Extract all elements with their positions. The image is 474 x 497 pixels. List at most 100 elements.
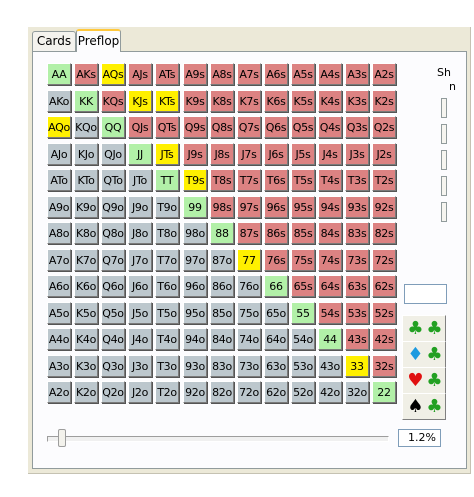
suit-readout-field[interactable] xyxy=(404,284,447,304)
hand-cell-86s[interactable]: 86s xyxy=(264,222,288,244)
hand-cell-t6o[interactable]: T6o xyxy=(155,275,179,297)
hand-cell-94o[interactable]: 94o xyxy=(183,328,207,350)
hand-cell-a7o[interactable]: A7o xyxy=(47,249,71,271)
side-option-button-2[interactable] xyxy=(441,124,447,144)
hand-cell-97s[interactable]: 97s xyxy=(237,196,261,218)
hand-cell-j3o[interactable]: J3o xyxy=(128,355,152,377)
hand-cell-jj[interactable]: JJ xyxy=(128,143,152,165)
hand-cell-84o[interactable]: 84o xyxy=(210,328,234,350)
hand-cell-ato[interactable]: ATo xyxy=(47,169,71,191)
hand-cell-88[interactable]: 88 xyxy=(210,222,234,244)
hand-cell-92o[interactable]: 92o xyxy=(183,381,207,403)
hand-cell-96o[interactable]: 96o xyxy=(183,275,207,297)
hand-cell-j6o[interactable]: J6o xyxy=(128,275,152,297)
hand-cell-97o[interactable]: 97o xyxy=(183,249,207,271)
hand-cell-98s[interactable]: 98s xyxy=(210,196,234,218)
hand-cell-87s[interactable]: 87s xyxy=(237,222,261,244)
hand-cell-j8o[interactable]: J8o xyxy=(128,222,152,244)
hand-cell-63o[interactable]: 63o xyxy=(264,355,288,377)
hand-cell-84s[interactable]: 84s xyxy=(318,222,342,244)
hand-cell-75o[interactable]: 75o xyxy=(237,302,261,324)
hand-cell-j7o[interactable]: J7o xyxy=(128,249,152,271)
side-option-button-5[interactable] xyxy=(441,202,447,222)
hand-cell-aqs[interactable]: AQs xyxy=(101,63,125,85)
hand-cell-a2s[interactable]: A2s xyxy=(372,63,396,85)
hand-cell-jto[interactable]: JTo xyxy=(128,169,152,191)
hand-cell-72o[interactable]: 72o xyxy=(237,381,261,403)
hand-cell-82o[interactable]: 82o xyxy=(210,381,234,403)
diamond-club-button[interactable]: ♦ ♣ xyxy=(402,341,446,368)
hand-cell-87o[interactable]: 87o xyxy=(210,249,234,271)
hand-cell-ajo[interactable]: AJo xyxy=(47,143,71,165)
hand-cell-72s[interactable]: 72s xyxy=(372,249,396,271)
hand-cell-q3s[interactable]: Q3s xyxy=(345,116,369,138)
hand-cell-92s[interactable]: 92s xyxy=(372,196,396,218)
hand-cell-t9o[interactable]: T9o xyxy=(155,196,179,218)
hand-cell-t5s[interactable]: T5s xyxy=(291,169,315,191)
hand-cell-62s[interactable]: 62s xyxy=(372,275,396,297)
hand-cell-j2o[interactable]: J2o xyxy=(128,381,152,403)
hand-cell-54o[interactable]: 54o xyxy=(291,328,315,350)
hand-cell-55[interactable]: 55 xyxy=(291,302,315,324)
hand-cell-a6s[interactable]: A6s xyxy=(264,63,288,85)
hand-cell-62o[interactable]: 62o xyxy=(264,381,288,403)
hand-cell-q9s[interactable]: Q9s xyxy=(183,116,207,138)
hand-cell-a4o[interactable]: A4o xyxy=(47,328,71,350)
hand-cell-76s[interactable]: 76s xyxy=(264,249,288,271)
range-percent-field[interactable]: 1.2% xyxy=(398,429,441,447)
club-club-button[interactable]: ♣ ♣ xyxy=(402,315,446,342)
hand-cell-k4s[interactable]: K4s xyxy=(318,90,342,112)
hand-cell-kqo[interactable]: KQo xyxy=(74,116,98,138)
hand-cell-j3s[interactable]: J3s xyxy=(345,143,369,165)
hand-cell-52s[interactable]: 52s xyxy=(372,302,396,324)
hand-cell-77[interactable]: 77 xyxy=(237,249,261,271)
hand-cell-a9o[interactable]: A9o xyxy=(47,196,71,218)
hand-cell-qjo[interactable]: QJo xyxy=(101,143,125,165)
hand-cell-95o[interactable]: 95o xyxy=(183,302,207,324)
hand-cell-94s[interactable]: 94s xyxy=(318,196,342,218)
hand-cell-33[interactable]: 33 xyxy=(345,355,369,377)
hand-cell-t4s[interactable]: T4s xyxy=(318,169,342,191)
hand-cell-q8o[interactable]: Q8o xyxy=(101,222,125,244)
hand-cell-99[interactable]: 99 xyxy=(183,196,207,218)
hand-cell-22[interactable]: 22 xyxy=(372,381,396,403)
hand-cell-64o[interactable]: 64o xyxy=(264,328,288,350)
hand-cell-k7s[interactable]: K7s xyxy=(237,90,261,112)
hand-cell-85o[interactable]: 85o xyxy=(210,302,234,324)
hand-cell-44[interactable]: 44 xyxy=(318,328,342,350)
hand-cell-a5o[interactable]: A5o xyxy=(47,302,71,324)
hand-cell-tt[interactable]: TT xyxy=(155,169,179,191)
hand-cell-76o[interactable]: 76o xyxy=(237,275,261,297)
hand-cell-q3o[interactable]: Q3o xyxy=(101,355,125,377)
hand-cell-k4o[interactable]: K4o xyxy=(74,328,98,350)
hand-cell-63s[interactable]: 63s xyxy=(345,275,369,297)
hand-cell-q8s[interactable]: Q8s xyxy=(210,116,234,138)
hand-cell-82s[interactable]: 82s xyxy=(372,222,396,244)
hand-cell-t2s[interactable]: T2s xyxy=(372,169,396,191)
hand-cell-aqo[interactable]: AQo xyxy=(47,116,71,138)
hand-cell-kto[interactable]: KTo xyxy=(74,169,98,191)
hand-cell-q9o[interactable]: Q9o xyxy=(101,196,125,218)
hand-cell-64s[interactable]: 64s xyxy=(318,275,342,297)
hand-cell-t9s[interactable]: T9s xyxy=(183,169,207,191)
hand-cell-j9o[interactable]: J9o xyxy=(128,196,152,218)
hand-cell-54s[interactable]: 54s xyxy=(318,302,342,324)
hand-cell-74o[interactable]: 74o xyxy=(237,328,261,350)
side-option-button-1[interactable] xyxy=(441,98,447,118)
hand-cell-q2o[interactable]: Q2o xyxy=(101,381,125,403)
hand-cell-a3s[interactable]: A3s xyxy=(345,63,369,85)
hand-cell-t8s[interactable]: T8s xyxy=(210,169,234,191)
hand-cell-a5s[interactable]: A5s xyxy=(291,63,315,85)
hand-cell-kqs[interactable]: KQs xyxy=(101,90,125,112)
hand-cell-a7s[interactable]: A7s xyxy=(237,63,261,85)
hand-cell-a9s[interactable]: A9s xyxy=(183,63,207,85)
hand-cell-83s[interactable]: 83s xyxy=(345,222,369,244)
hand-cell-t8o[interactable]: T8o xyxy=(155,222,179,244)
hand-cell-t7s[interactable]: T7s xyxy=(237,169,261,191)
tab-cards[interactable]: Cards xyxy=(32,31,76,51)
hand-cell-32s[interactable]: 32s xyxy=(372,355,396,377)
spade-club-button[interactable]: ♠ ♣ xyxy=(402,393,446,420)
hand-cell-k9o[interactable]: K9o xyxy=(74,196,98,218)
hand-cell-qjs[interactable]: QJs xyxy=(128,116,152,138)
hand-cell-q5s[interactable]: Q5s xyxy=(291,116,315,138)
